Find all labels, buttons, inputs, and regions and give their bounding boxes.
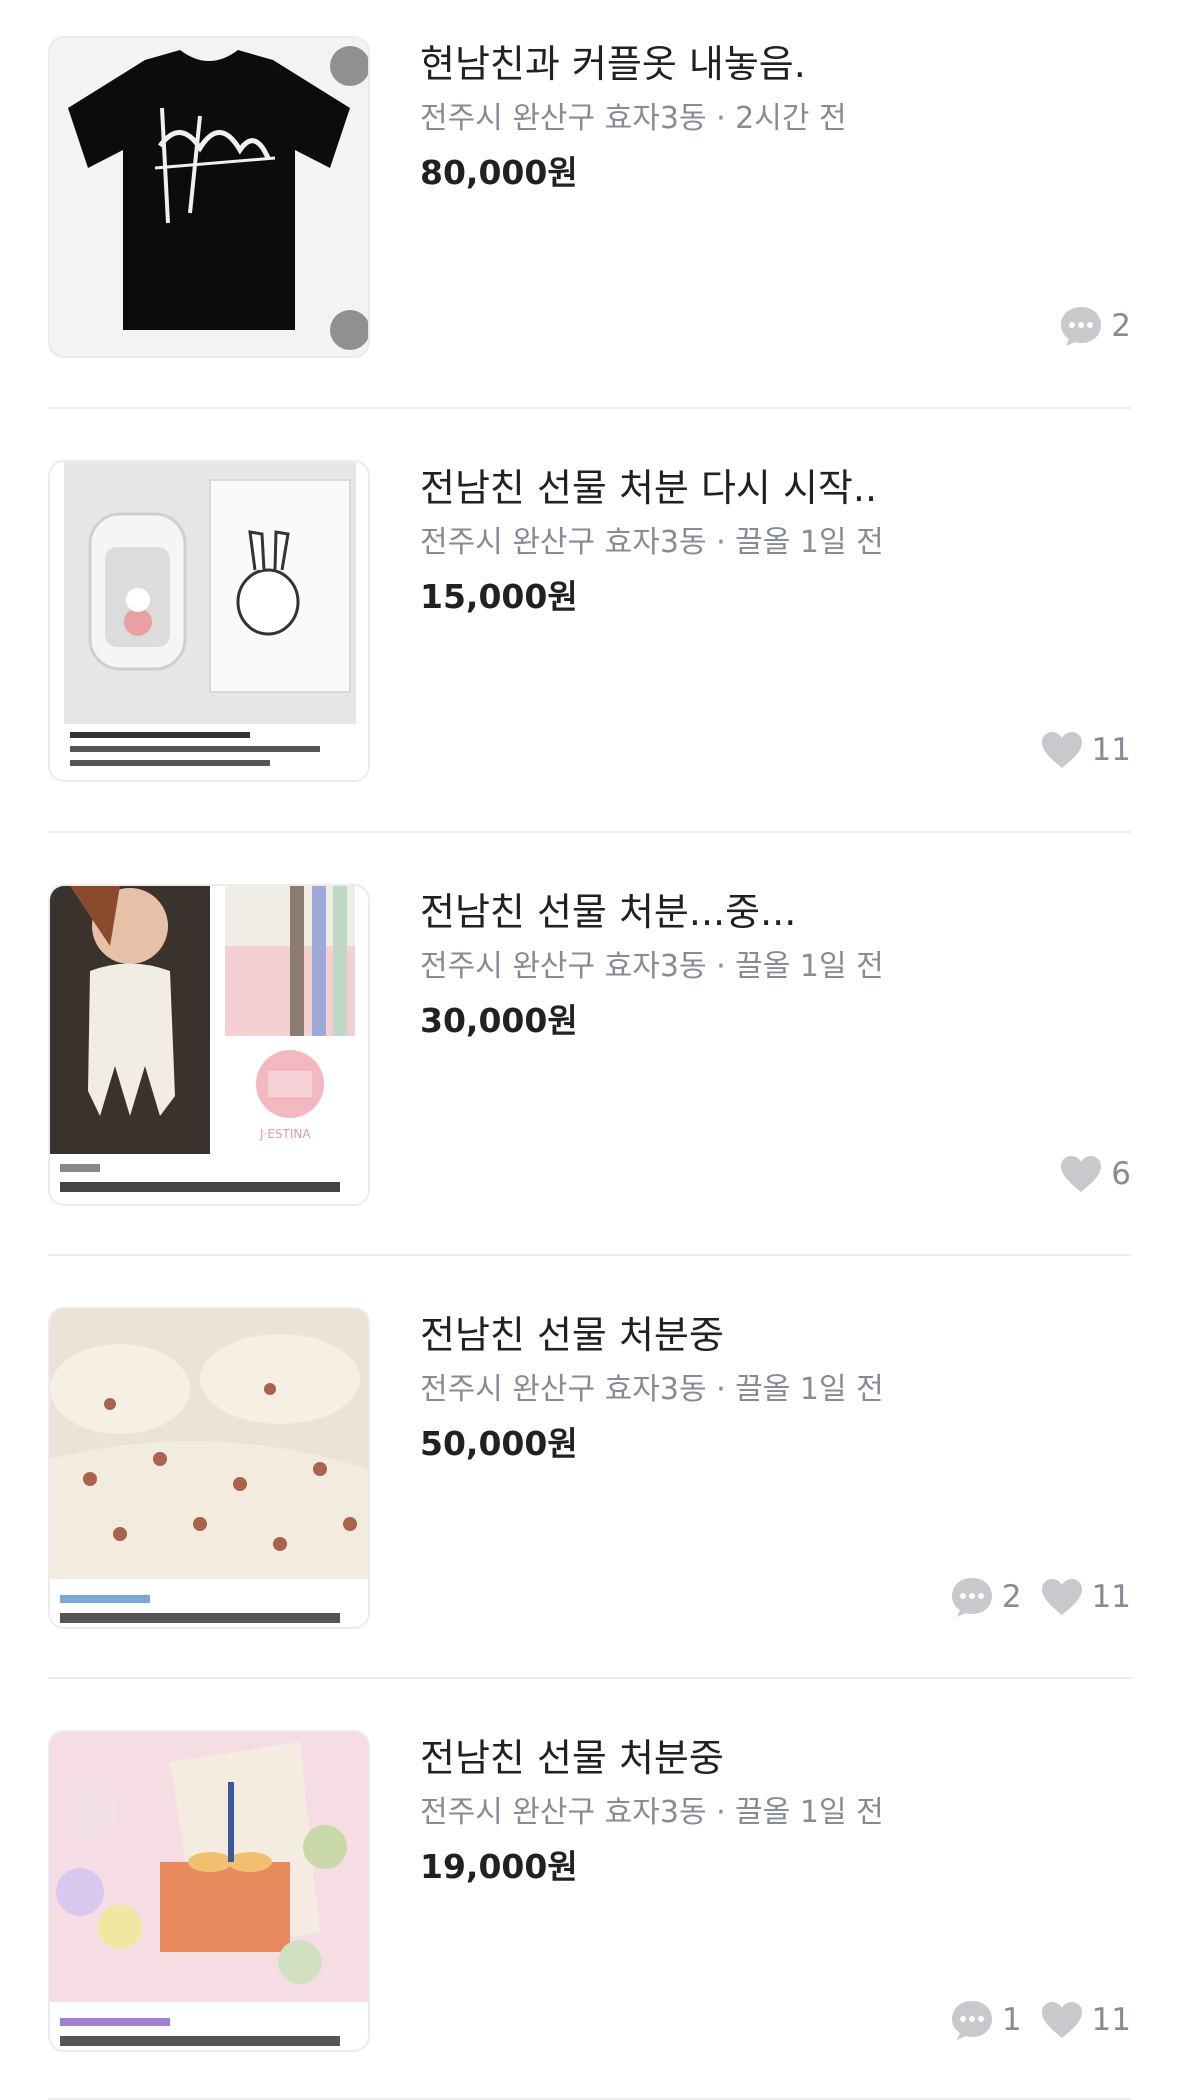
- item-counts: 2: [1059, 302, 1131, 350]
- item-time: 끌올 1일 전: [735, 1795, 884, 1830]
- item-info: 전남친 선물 처분...중... 전주시 완산구 효자3동 · 끌올 1일 전 …: [420, 884, 1120, 1044]
- meta-separator: ·: [706, 1795, 736, 1830]
- item-counts: 11: [1040, 726, 1131, 774]
- item-price: 30,000원: [420, 1001, 578, 1040]
- like-count: 11: [1040, 730, 1131, 770]
- item-time: 끌올 1일 전: [735, 525, 884, 560]
- like-count: 11: [1040, 2000, 1131, 2040]
- item-info: 전남친 선물 처분중 전주시 완산구 효자3동 · 끌올 1일 전 19,000…: [420, 1730, 1120, 1890]
- divider: [48, 831, 1131, 833]
- svg-text:J·ESTINA: J·ESTINA: [259, 1127, 311, 1141]
- item-time: 끌올 1일 전: [735, 1372, 884, 1407]
- divider: [48, 1254, 1131, 1256]
- product-thumbnail[interactable]: [48, 1730, 370, 2052]
- item-price: 50,000원: [420, 1424, 578, 1463]
- list-item[interactable]: 전남친 선물 처분중 전주시 완산구 효자3동 · 끌올 1일 전 19,000…: [48, 1694, 1131, 2052]
- product-thumbnail[interactable]: [48, 36, 370, 358]
- like-count-value: 11: [1091, 1579, 1131, 1615]
- heart-icon: [1041, 1579, 1082, 1615]
- tshirt-image: [50, 38, 368, 356]
- meta-separator: ·: [706, 1372, 736, 1407]
- heart-icon: [1041, 732, 1082, 768]
- item-meta: 전주시 완산구 효자3동 · 2시간 전: [420, 98, 1120, 140]
- item-meta: 전주시 완산구 효자3동 · 끌올 1일 전: [420, 1369, 1120, 1411]
- like-count-value: 11: [1091, 732, 1131, 768]
- list-item[interactable]: 전남친 선물 처분중 전주시 완산구 효자3동 · 끌올 1일 전 50,000…: [48, 1271, 1131, 1629]
- scarf-image: J·ESTINA: [50, 886, 368, 1204]
- item-price: 15,000원: [420, 577, 578, 616]
- item-location: 전주시 완산구 효자3동: [420, 525, 707, 560]
- chat-count-value: 2: [1111, 308, 1131, 344]
- item-meta: 전주시 완산구 효자3동 · 끌올 1일 전: [420, 1792, 1120, 1834]
- item-location: 전주시 완산구 효자3동: [420, 1372, 707, 1407]
- humidifier-image: [50, 462, 368, 780]
- chat-bubble-icon: [951, 1578, 992, 1617]
- item-meta: 전주시 완산구 효자3동 · 끌올 1일 전: [420, 946, 1120, 988]
- chat-bubble-icon: [1061, 307, 1102, 346]
- item-title: 전남친 선물 처분중: [420, 1313, 724, 1357]
- item-info: 전남친 선물 처분 다시 시작.. 전주시 완산구 효자3동 · 끌올 1일 전…: [420, 460, 1120, 620]
- meta-separator: ·: [706, 525, 736, 560]
- item-title: 전남친 선물 처분...중...: [420, 890, 797, 934]
- item-counts: 6: [1059, 1150, 1131, 1198]
- item-price: 80,000원: [420, 153, 578, 192]
- chat-bubble-icon: [951, 2001, 992, 2040]
- item-meta: 전주시 완산구 효자3동 · 끌올 1일 전: [420, 522, 1120, 564]
- gift-box-image: [50, 1732, 368, 2050]
- divider: [48, 407, 1131, 409]
- divider: [48, 1677, 1131, 1679]
- item-location: 전주시 완산구 효자3동: [420, 1795, 707, 1830]
- list-item[interactable]: 현남친과 커플옷 내놓음. 전주시 완산구 효자3동 · 2시간 전 80,00…: [48, 0, 1131, 358]
- like-count: 11: [1040, 1577, 1131, 1617]
- heart-icon: [1041, 2002, 1082, 2038]
- meta-separator: ·: [706, 949, 736, 984]
- item-title: 전남친 선물 처분중: [420, 1736, 724, 1780]
- chat-count: 2: [1059, 305, 1131, 347]
- chat-count-value: 1: [1001, 2002, 1022, 2038]
- item-counts: 2 11: [950, 1573, 1131, 1621]
- meta-separator: ·: [706, 101, 736, 136]
- product-thumbnail[interactable]: [48, 460, 370, 782]
- item-title: 전남친 선물 처분 다시 시작..: [420, 466, 878, 510]
- list-item[interactable]: J·ESTINA 전남친 선물 처분...중... 전주시 완산구 효자3동 ·…: [48, 848, 1131, 1206]
- like-count: 6: [1059, 1154, 1131, 1194]
- chat-count-value: 2: [1001, 1579, 1022, 1615]
- heart-icon: [1061, 1156, 1102, 1192]
- item-price: 19,000원: [420, 1847, 578, 1886]
- item-counts: 1 11: [950, 1996, 1131, 2044]
- like-count-value: 11: [1091, 2002, 1131, 2038]
- bedding-image: [50, 1309, 368, 1627]
- chat-count: 2: [950, 1576, 1022, 1618]
- item-title: 현남친과 커플옷 내놓음.: [420, 42, 806, 86]
- list-item[interactable]: 전남친 선물 처분 다시 시작.. 전주시 완산구 효자3동 · 끌올 1일 전…: [48, 424, 1131, 782]
- like-count-value: 6: [1111, 1156, 1131, 1192]
- item-info: 현남친과 커플옷 내놓음. 전주시 완산구 효자3동 · 2시간 전 80,00…: [420, 36, 1120, 196]
- item-time: 2시간 전: [735, 101, 847, 136]
- product-thumbnail[interactable]: [48, 1307, 370, 1629]
- item-location: 전주시 완산구 효자3동: [420, 949, 707, 984]
- item-time: 끌올 1일 전: [735, 949, 884, 984]
- product-thumbnail[interactable]: J·ESTINA: [48, 884, 370, 1206]
- item-location: 전주시 완산구 효자3동: [420, 101, 707, 136]
- item-info: 전남친 선물 처분중 전주시 완산구 효자3동 · 끌올 1일 전 50,000…: [420, 1307, 1120, 1467]
- chat-count: 1: [950, 1999, 1022, 2041]
